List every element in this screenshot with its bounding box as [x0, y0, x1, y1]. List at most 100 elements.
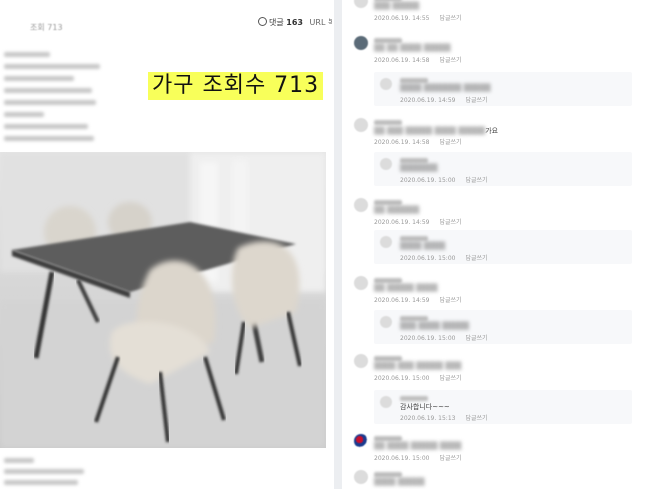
- comment-text-blurred: ▒▒ ▒▒▒ ▒▒▒▒▒ ▒▒▒▒ ▒▒▒▒▒: [374, 127, 486, 135]
- comment-text: 감사합니다~~~: [400, 402, 450, 412]
- comment-text: ▒▒ ▒▒▒▒▒▒: [374, 206, 419, 214]
- author-name-blurred[interactable]: [400, 78, 428, 83]
- avatar[interactable]: [354, 198, 368, 212]
- comment-item: ▒▒▒ ▒▒▒▒▒ 2020.06.19. 14:55 답글쓰기: [352, 0, 644, 24]
- comment-date: 2020.06.19. 14:58: [374, 57, 430, 64]
- comment-text: ▒▒ ▒▒▒ ▒▒▒▒▒ ▒▒▒▒ ▒▒▒▒▒가요: [374, 126, 498, 136]
- comment-meta: 2020.06.19. 15:13 답글쓰기: [400, 413, 488, 422]
- comment-date: 2020.06.19. 14:55: [374, 15, 430, 22]
- author-name-blurred[interactable]: [374, 356, 402, 361]
- comment-date: 2020.06.19. 15:00: [400, 177, 456, 184]
- comment-text-blurred: ▒▒▒▒▒▒▒: [400, 164, 438, 172]
- comment-date: 2020.06.19. 14:59: [374, 297, 430, 304]
- avatar[interactable]: [354, 354, 368, 368]
- comment-meta: 2020.06.19. 14:59 답글쓰기: [374, 295, 462, 304]
- comment-item: ▒▒▒▒ ▒▒▒▒▒: [352, 470, 644, 489]
- avatar[interactable]: [354, 0, 368, 8]
- comment-text: ▒▒ ▒▒▒▒▒ ▒▒▒▒: [374, 284, 438, 292]
- reply-link[interactable]: 답글쓰기: [465, 415, 487, 422]
- reply-link[interactable]: 답글쓰기: [439, 139, 461, 146]
- comment-text-blurred: ▒▒▒▒ ▒▒▒▒▒: [374, 478, 425, 486]
- comment-date: 2020.06.19. 14:59: [374, 219, 430, 226]
- avatar[interactable]: [380, 396, 392, 408]
- reply-item: ▒▒▒▒▒▒▒ 2020.06.19. 15:00 답글쓰기: [374, 152, 632, 186]
- furniture-photo: [0, 152, 326, 448]
- comment-item: ▒▒ ▒▒▒▒▒▒ 2020.06.19. 14:59 답글쓰기: [352, 198, 644, 228]
- author-name-blurred[interactable]: [400, 316, 428, 321]
- reply-link[interactable]: 답글쓰기: [465, 97, 487, 104]
- reply-link[interactable]: 답글쓰기: [439, 455, 461, 462]
- comment-meta: 2020.06.19. 14:59 답글쓰기: [374, 217, 462, 226]
- comment-icon: [258, 17, 267, 26]
- comment-item: ▒▒ ▒▒▒▒▒ ▒▒▒▒ 2020.06.19. 14:59 답글쓰기: [352, 276, 644, 306]
- reply-link[interactable]: 답글쓰기: [439, 375, 461, 382]
- comment-date: 2020.06.19. 14:58: [374, 139, 430, 146]
- comment-list: ▒▒▒ ▒▒▒▒▒ 2020.06.19. 14:55 답글쓰기 ▒▒ ▒▒ ▒▒▒▒…: [342, 0, 652, 489]
- reply-item: ▒▒▒ ▒▒▒▒ ▒▒▒▒▒ 2020.06.19. 15:00 답글쓰기: [374, 310, 632, 344]
- comment-text-visible: 가요: [485, 127, 499, 135]
- avatar[interactable]: [354, 276, 368, 290]
- comment-text-blurred: ▒▒ ▒▒▒▒ ▒▒▒▒▒ ▒▒▒▒: [374, 442, 462, 450]
- url-copy-button[interactable]: URL 복사: [310, 18, 332, 27]
- reply-link[interactable]: 답글쓰기: [465, 177, 487, 184]
- author-name-blurred[interactable]: [374, 38, 402, 43]
- reply-link[interactable]: 답글쓰기: [439, 15, 461, 22]
- blurred-post-text: [0, 45, 110, 141]
- comment-meta: 2020.06.19. 14:55 답글쓰기: [374, 13, 462, 22]
- reply-link[interactable]: 답글쓰기: [465, 335, 487, 342]
- comment-item: ▒▒ ▒▒▒ ▒▒▒▒▒ ▒▒▒▒ ▒▒▒▒▒가요 2020.06.19. 14:…: [352, 118, 644, 148]
- author-name-blurred[interactable]: [374, 120, 402, 125]
- avatar[interactable]: [354, 470, 368, 484]
- comment-text-visible: 감사합니다~~~: [400, 403, 450, 411]
- comment-meta: 2020.06.19. 15:00 답글쓰기: [374, 453, 462, 462]
- avatar[interactable]: [380, 316, 392, 328]
- avatar[interactable]: [380, 236, 392, 248]
- reply-link[interactable]: 답글쓰기: [465, 255, 487, 262]
- avatar[interactable]: [380, 158, 392, 170]
- comment-item: ▒▒ ▒▒▒▒ ▒▒▒▒▒ ▒▒▒▒ 2020.06.19. 15:00 답글쓰기: [352, 434, 644, 464]
- comment-text-blurred: ▒▒▒ ▒▒▒▒ ▒▒▒▒▒: [400, 322, 470, 330]
- comment-count-button[interactable]: 댓글 163 URL 복사: [258, 17, 332, 28]
- reply-item: ▒▒▒▒ ▒▒▒▒ 2020.06.19. 15:00 답글쓰기: [374, 230, 632, 264]
- avatar[interactable]: [354, 118, 368, 132]
- author-name-blurred[interactable]: [374, 200, 402, 205]
- author-name-blurred[interactable]: [374, 472, 402, 477]
- comment-date: 2020.06.19. 15:00: [400, 255, 456, 262]
- author-name-blurred[interactable]: [400, 158, 428, 163]
- comment-meta: 2020.06.19. 14:58 답글쓰기: [374, 137, 462, 146]
- author-name-blurred[interactable]: [374, 436, 402, 441]
- author-name-blurred[interactable]: [400, 236, 428, 241]
- comment-text-blurred: ▒▒▒ ▒▒▒▒▒: [374, 2, 420, 10]
- comment-item: ▒▒▒▒ ▒▒▒ ▒▒▒▒▒ ▒▒▒ 2020.06.19. 15:00 답글쓰기: [352, 354, 644, 384]
- post-header: 조회 713 댓글 163 URL 복사: [0, 0, 332, 40]
- author-name-blurred[interactable]: [400, 396, 428, 401]
- comment-text-blurred: ▒▒▒▒ ▒▒▒▒: [400, 242, 446, 250]
- comment-date: 2020.06.19. 15:00: [374, 455, 430, 462]
- comment-meta: 2020.06.19. 15:00 답글쓰기: [374, 373, 462, 382]
- comment-text: ▒▒▒▒ ▒▒▒▒▒: [374, 478, 425, 486]
- author-name-blurred[interactable]: [374, 278, 402, 283]
- reply-link[interactable]: 답글쓰기: [439, 57, 461, 64]
- comment-date: 2020.06.19. 15:00: [374, 375, 430, 382]
- comment-text-blurred: ▒▒ ▒▒ ▒▒▒▒ ▒▒▒▒▒: [374, 44, 451, 52]
- comment-count-label: 댓글: [269, 18, 284, 27]
- comment-text: ▒▒▒▒ ▒▒▒▒▒▒▒ ▒▒▒▒▒: [400, 84, 491, 92]
- comment-text: ▒▒▒ ▒▒▒▒ ▒▒▒▒▒: [400, 322, 469, 330]
- comment-text: ▒▒ ▒▒▒▒ ▒▒▒▒▒ ▒▒▒▒: [374, 442, 461, 450]
- avatar[interactable]: [354, 36, 368, 50]
- comment-date: 2020.06.19. 15:13: [400, 415, 456, 422]
- comment-text-blurred: ▒▒▒▒ ▒▒▒▒▒▒▒ ▒▒▒▒▒: [400, 84, 491, 92]
- avatar[interactable]: [380, 78, 392, 90]
- author-name-blurred[interactable]: [374, 0, 402, 1]
- comment-text: ▒▒▒ ▒▒▒▒▒: [374, 2, 419, 10]
- comment-text: ▒▒ ▒▒ ▒▒▒▒ ▒▒▒▒▒: [374, 44, 451, 52]
- reply-item: ▒▒▒▒ ▒▒▒▒▒▒▒ ▒▒▒▒▒ 2020.06.19. 14:59 답글쓰기: [374, 72, 632, 106]
- comment-count-value: 163: [286, 18, 303, 27]
- comment-text-blurred: ▒▒ ▒▒▒▒▒▒: [374, 206, 420, 214]
- reply-link[interactable]: 답글쓰기: [439, 297, 461, 304]
- comment-date: 2020.06.19. 15:00: [400, 335, 456, 342]
- reply-item: 감사합니다~~~ 2020.06.19. 15:13 답글쓰기: [374, 390, 632, 424]
- avatar[interactable]: [354, 434, 368, 448]
- dining-table-illustration: [0, 152, 326, 448]
- reply-link[interactable]: 답글쓰기: [439, 219, 461, 226]
